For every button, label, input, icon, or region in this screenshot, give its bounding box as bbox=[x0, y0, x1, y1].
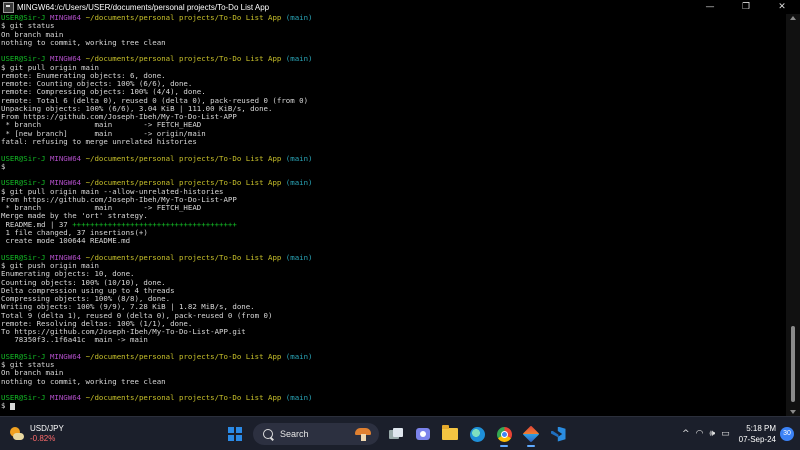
scroll-down-icon[interactable] bbox=[790, 410, 796, 414]
prompt-line: USER@Sir-J MINGW64 ~/documents/personal … bbox=[1, 394, 786, 402]
chrome-icon bbox=[496, 426, 512, 442]
chat-button[interactable] bbox=[410, 421, 436, 447]
window-controls: — ❐ ✕ bbox=[692, 0, 800, 14]
prompt-branch: (main) bbox=[285, 351, 313, 361]
git-bash-button[interactable] bbox=[518, 421, 544, 447]
task-view-icon bbox=[389, 428, 403, 440]
prompt-symbol: $ bbox=[1, 401, 6, 411]
clock-date: 07-Sep-24 bbox=[738, 434, 776, 444]
search-icon bbox=[263, 429, 273, 439]
command-line: $ git status bbox=[1, 21, 55, 31]
search-highlight-icon bbox=[355, 428, 373, 441]
prompt-path: ~/documents/personal projects/To-Do List… bbox=[85, 153, 282, 163]
chrome-button[interactable] bbox=[491, 421, 517, 447]
command-line: $ bbox=[1, 161, 6, 171]
volume-icon[interactable]: 🕪 bbox=[709, 429, 715, 439]
prompt-shell: MINGW64 bbox=[49, 393, 82, 403]
prompt-path: ~/documents/personal projects/To-Do List… bbox=[85, 252, 282, 262]
prompt-user: USER@Sir-J bbox=[1, 153, 46, 163]
chevron-up-icon[interactable]: ^ bbox=[682, 429, 690, 439]
prompt-branch: (main) bbox=[285, 153, 313, 163]
clock[interactable]: 5:18 PM 07-Sep-24 bbox=[739, 423, 776, 445]
output-line: 78350f3..1f6a41c main -> main bbox=[1, 335, 148, 345]
task-view-button[interactable] bbox=[383, 421, 409, 447]
text-cursor bbox=[9, 402, 15, 410]
prompt-shell: MINGW64 bbox=[49, 178, 82, 188]
prompt-line: USER@Sir-J MINGW64 ~/documents/personal … bbox=[1, 153, 786, 163]
prompt-line: USER@Sir-J MINGW64 ~/documents/personal … bbox=[1, 252, 786, 262]
input-line[interactable]: $ bbox=[1, 402, 786, 410]
edge-icon bbox=[469, 426, 485, 442]
prompt-shell: MINGW64 bbox=[49, 351, 82, 361]
prompt-line: USER@Sir-J MINGW64 ~/documents/personal … bbox=[1, 351, 786, 361]
prompt-branch: (main) bbox=[285, 393, 313, 403]
search-box[interactable]: Search bbox=[253, 423, 379, 445]
maximize-button[interactable]: ❐ bbox=[728, 0, 764, 14]
prompt-shell: MINGW64 bbox=[49, 14, 82, 22]
mingw-terminal-icon bbox=[3, 1, 14, 13]
chat-icon bbox=[416, 428, 430, 440]
minimize-button[interactable]: — bbox=[692, 0, 728, 14]
prompt-path: ~/documents/personal projects/To-Do List… bbox=[85, 351, 282, 361]
prompt-path: ~/documents/personal projects/To-Do List… bbox=[85, 393, 282, 403]
prompt-user: USER@Sir-J bbox=[1, 178, 46, 188]
vertical-scrollbar[interactable] bbox=[786, 14, 800, 416]
command-line: $ git status bbox=[1, 360, 55, 370]
weather-icon bbox=[10, 427, 24, 441]
prompt-path: ~/documents/personal projects/To-Do List… bbox=[85, 54, 282, 64]
prompt-path: ~/documents/personal projects/To-Do List… bbox=[85, 178, 282, 188]
prompt-branch: (main) bbox=[285, 54, 313, 64]
git-bash-icon bbox=[522, 425, 540, 443]
prompt-shell: MINGW64 bbox=[49, 153, 82, 163]
prompt-branch: (main) bbox=[285, 252, 313, 262]
prompt-branch: (main) bbox=[285, 14, 313, 22]
start-button[interactable] bbox=[222, 421, 248, 447]
close-button[interactable]: ✕ bbox=[764, 0, 800, 14]
clock-time: 5:18 PM bbox=[746, 423, 776, 433]
scroll-thumb[interactable] bbox=[791, 326, 795, 402]
file-explorer-icon bbox=[442, 425, 458, 440]
search-label: Search bbox=[280, 429, 309, 439]
market-widget[interactable]: USD/JPY -0.82% bbox=[10, 422, 100, 446]
prompt-branch: (main) bbox=[285, 178, 313, 188]
window-title: MINGW64:/c/Users/USER/documents/personal… bbox=[17, 2, 270, 12]
notification-badge[interactable]: 30 bbox=[780, 426, 794, 441]
edge-button[interactable] bbox=[464, 421, 490, 447]
taskbar: USD/JPY -0.82% Search ^ ◠ 🕪 ▭ 5:18 PM 07… bbox=[0, 416, 800, 450]
ticker-change: -0.82% bbox=[30, 434, 56, 443]
ticker-label: USD/JPY bbox=[30, 424, 64, 433]
vscode-icon bbox=[551, 427, 566, 442]
output-line: nothing to commit, working tree clean bbox=[1, 376, 166, 386]
scroll-up-icon[interactable] bbox=[790, 16, 796, 20]
prompt-line: USER@Sir-J MINGW64 ~/documents/personal … bbox=[1, 55, 786, 63]
system-tray: ^ ◠ 🕪 ▭ 5:18 PM 07-Sep-24 30 bbox=[679, 417, 800, 450]
title-bar: MINGW64:/c/Users/USER/documents/personal… bbox=[0, 0, 800, 14]
taskbar-apps: Search bbox=[222, 421, 572, 447]
prompt-line: USER@Sir-J MINGW64 ~/documents/personal … bbox=[1, 14, 786, 22]
vscode-button[interactable] bbox=[545, 421, 571, 447]
error-line: fatal: refusing to merge unrelated histo… bbox=[1, 136, 197, 146]
prompt-shell: MINGW64 bbox=[49, 54, 82, 64]
file-explorer-button[interactable] bbox=[437, 421, 463, 447]
prompt-path: ~/documents/personal projects/To-Do List… bbox=[85, 14, 282, 22]
wifi-icon[interactable]: ◠ bbox=[696, 429, 704, 439]
terminal-output[interactable]: USER@Sir-J MINGW64 ~/documents/personal … bbox=[0, 14, 786, 416]
prompt-user: USER@Sir-J bbox=[1, 54, 46, 64]
output-line: create mode 100644 README.md bbox=[1, 236, 131, 246]
battery-icon[interactable]: ▭ bbox=[721, 429, 730, 439]
output-line: nothing to commit, working tree clean bbox=[1, 37, 166, 47]
start-icon bbox=[228, 427, 242, 441]
